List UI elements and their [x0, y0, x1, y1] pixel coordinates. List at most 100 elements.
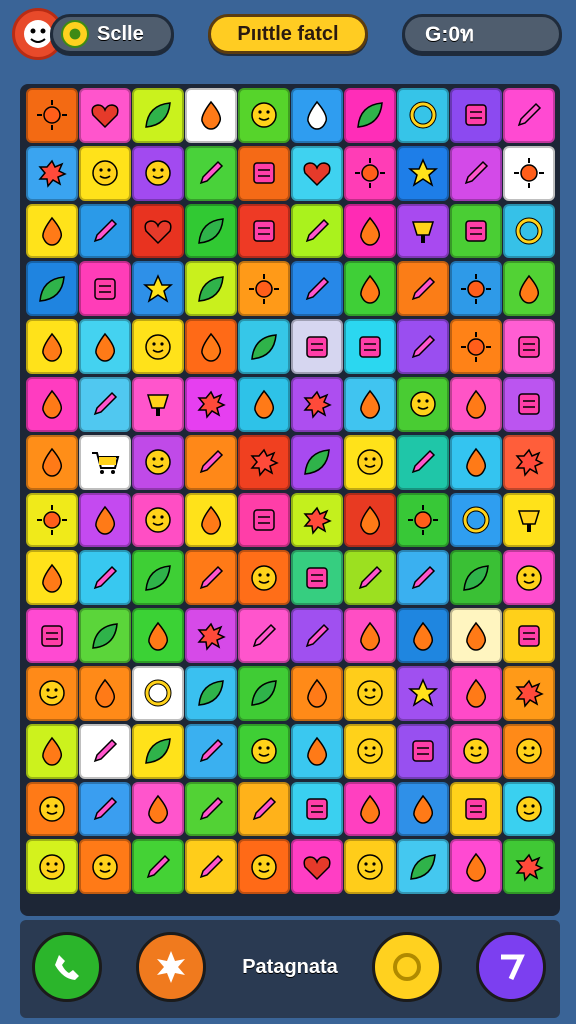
tile[interactable]	[449, 839, 502, 895]
tile[interactable]	[502, 376, 555, 432]
tile[interactable]	[449, 723, 502, 779]
tile[interactable]	[237, 261, 290, 317]
tile[interactable]	[131, 550, 184, 606]
tile[interactable]	[184, 665, 237, 721]
phone-button[interactable]	[32, 932, 102, 1002]
tile[interactable]	[78, 434, 131, 490]
tile[interactable]	[184, 261, 237, 317]
tile[interactable]	[396, 203, 449, 259]
tile[interactable]	[396, 376, 449, 432]
tile[interactable]	[78, 665, 131, 721]
tile[interactable]	[343, 319, 396, 374]
tile[interactable]	[290, 550, 343, 606]
tile[interactable]	[449, 376, 502, 432]
tile[interactable]	[449, 550, 502, 606]
tile[interactable]	[449, 781, 502, 837]
tile[interactable]	[290, 376, 343, 432]
tile[interactable]	[396, 665, 449, 721]
tile[interactable]	[290, 665, 343, 721]
tile[interactable]	[449, 203, 502, 259]
tile[interactable]	[131, 434, 184, 490]
tile[interactable]	[290, 88, 343, 143]
tile[interactable]	[184, 608, 237, 663]
tile[interactable]	[237, 839, 290, 895]
tile[interactable]	[131, 145, 184, 201]
tile[interactable]	[131, 261, 184, 317]
tile[interactable]	[78, 319, 131, 374]
tile[interactable]	[184, 550, 237, 606]
tile[interactable]	[449, 665, 502, 721]
burst-button[interactable]	[136, 932, 206, 1002]
tile[interactable]	[131, 781, 184, 837]
tile[interactable]	[449, 145, 502, 201]
tile[interactable]	[78, 839, 131, 895]
tile[interactable]	[184, 88, 237, 143]
tile[interactable]	[343, 550, 396, 606]
tile[interactable]	[131, 665, 184, 721]
tile[interactable]	[25, 88, 78, 143]
tile[interactable]	[237, 665, 290, 721]
tile[interactable]	[396, 608, 449, 663]
tile[interactable]	[449, 608, 502, 663]
tile[interactable]	[237, 434, 290, 490]
tile[interactable]	[290, 608, 343, 663]
tile[interactable]	[396, 88, 449, 143]
tile[interactable]	[502, 723, 555, 779]
tile[interactable]	[237, 781, 290, 837]
tile[interactable]	[78, 261, 131, 317]
tile[interactable]	[396, 261, 449, 317]
tile[interactable]	[131, 376, 184, 432]
tile[interactable]	[131, 492, 184, 548]
tile[interactable]	[290, 145, 343, 201]
tile[interactable]	[78, 145, 131, 201]
tile[interactable]	[25, 145, 78, 201]
tile[interactable]	[396, 434, 449, 490]
tile[interactable]	[343, 88, 396, 143]
tile[interactable]	[78, 723, 131, 779]
tile[interactable]	[25, 261, 78, 317]
tile[interactable]	[25, 781, 78, 837]
tile[interactable]	[131, 608, 184, 663]
tile[interactable]	[25, 319, 78, 374]
tile[interactable]	[184, 723, 237, 779]
tile[interactable]	[449, 88, 502, 143]
tile[interactable]	[237, 319, 290, 374]
tile[interactable]	[449, 434, 502, 490]
tile[interactable]	[502, 88, 555, 143]
tile[interactable]	[502, 839, 555, 895]
tile[interactable]	[449, 319, 502, 374]
tile[interactable]	[290, 319, 343, 374]
tile[interactable]	[290, 781, 343, 837]
tile[interactable]	[449, 261, 502, 317]
tile[interactable]	[25, 839, 78, 895]
tile[interactable]	[78, 492, 131, 548]
tile[interactable]	[290, 839, 343, 895]
currency-pill[interactable]: Sclle	[50, 14, 174, 54]
tile[interactable]	[25, 665, 78, 721]
tile[interactable]	[25, 434, 78, 490]
tile[interactable]	[396, 492, 449, 548]
tile[interactable]	[237, 203, 290, 259]
seven-button[interactable]	[476, 932, 546, 1002]
tile[interactable]	[78, 88, 131, 143]
tile[interactable]	[396, 145, 449, 201]
tile[interactable]	[237, 145, 290, 201]
tile[interactable]	[343, 781, 396, 837]
tile[interactable]	[290, 261, 343, 317]
tile[interactable]	[502, 203, 555, 259]
tile[interactable]	[343, 145, 396, 201]
tile[interactable]	[396, 550, 449, 606]
tile[interactable]	[343, 376, 396, 432]
tile[interactable]	[184, 319, 237, 374]
tile[interactable]	[502, 145, 555, 201]
coin-button[interactable]	[372, 932, 442, 1002]
tile[interactable]	[184, 376, 237, 432]
tile[interactable]	[131, 203, 184, 259]
tile[interactable]	[25, 608, 78, 663]
tile[interactable]	[131, 723, 184, 779]
tile[interactable]	[502, 434, 555, 490]
tile[interactable]	[343, 608, 396, 663]
tile[interactable]	[25, 376, 78, 432]
tile[interactable]	[502, 550, 555, 606]
tile[interactable]	[78, 608, 131, 663]
